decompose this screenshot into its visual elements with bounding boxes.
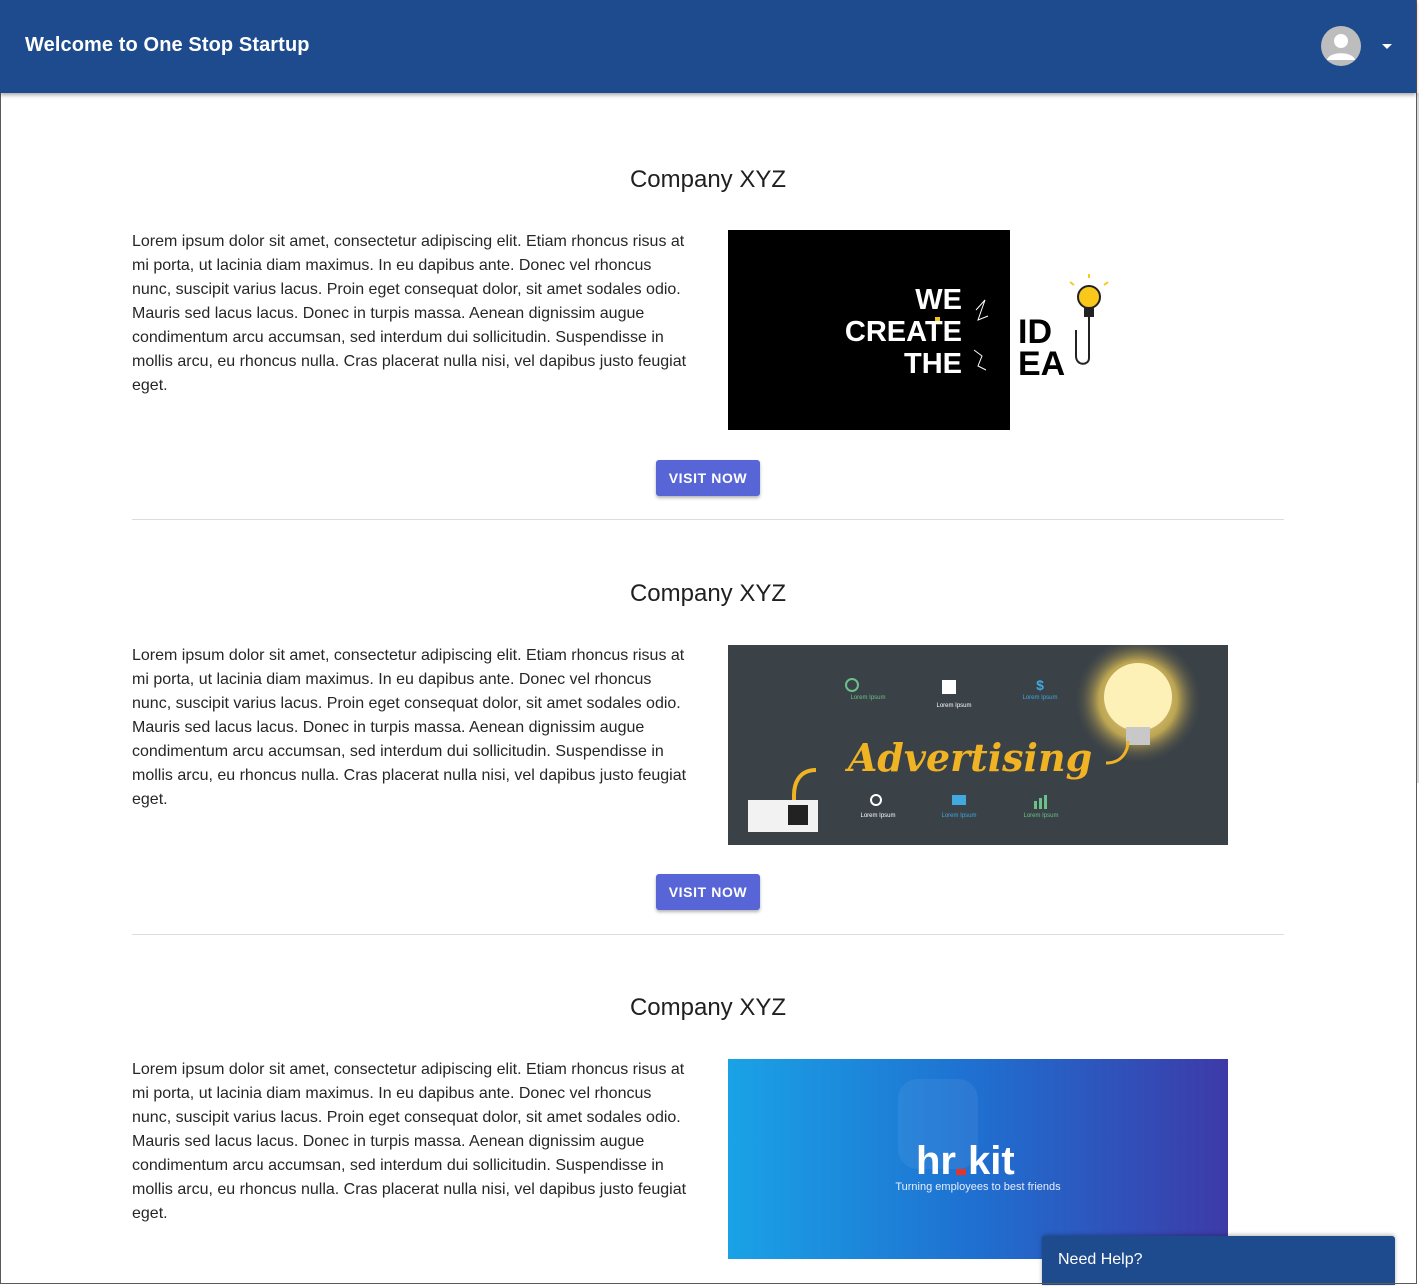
svg-text:$: $ [1036, 677, 1044, 693]
image-text: Lorem Ipsum [1023, 813, 1058, 819]
company-description: Lorem ipsum dolor sit amet, consectetur … [132, 1061, 687, 1222]
company-image: hr kit Turning employees to best friends [728, 1059, 1228, 1259]
app-title: Welcome to One Stop Startup [25, 34, 310, 56]
company-description: Lorem ipsum dolor sit amet, consectetur … [132, 647, 687, 808]
image-text: WE [915, 284, 962, 316]
company-title: Company XYZ [629, 994, 787, 1021]
image-text: Lorem Ipsum [850, 695, 885, 701]
app-bar: Welcome to One Stop Startup [0, 0, 1416, 93]
image-text: Lorem Ipsum [936, 703, 971, 709]
image-text: THE [904, 348, 962, 380]
company-card: Company XYZ Lorem ipsum dolor sit amet, … [132, 921, 1284, 1286]
image-text: Advertising [845, 735, 1092, 780]
image-text: Lorem Ipsum [941, 813, 976, 819]
company-title: Company XYZ [629, 580, 787, 607]
image-text: Turning employees to best friends [895, 1181, 1061, 1193]
visit-now-button[interactable]: VISIT NOW [656, 460, 760, 496]
company-image: Lorem Ipsum Lorem Ipsum $ Lorem Ipsum Ad… [728, 645, 1228, 845]
company-card: Company XYZ Lorem ipsum dolor sit amet, … [132, 93, 1284, 520]
visit-now-button[interactable]: VISIT NOW [656, 874, 760, 910]
need-help-label: Need Help? [1058, 1251, 1143, 1268]
need-help-button[interactable]: Need Help? [1042, 1236, 1395, 1285]
caret-down-icon[interactable] [1380, 39, 1394, 53]
company-description: Lorem ipsum dolor sit amet, consectetur … [132, 233, 687, 394]
company-card: Company XYZ Lorem ipsum dolor sit amet, … [132, 507, 1284, 935]
hrkit-logo: kit [968, 1139, 1015, 1183]
hrkit-logo: hr [916, 1139, 956, 1183]
company-title: Company XYZ [629, 166, 787, 193]
account-circle-icon[interactable] [1321, 26, 1361, 66]
company-image: WE CREATE THE ID EA [728, 230, 1228, 430]
image-text: EA [1018, 345, 1065, 383]
image-text: Lorem Ipsum [1022, 695, 1057, 701]
image-text: CREATE [845, 316, 962, 348]
image-text: Lorem Ipsum [860, 813, 895, 819]
